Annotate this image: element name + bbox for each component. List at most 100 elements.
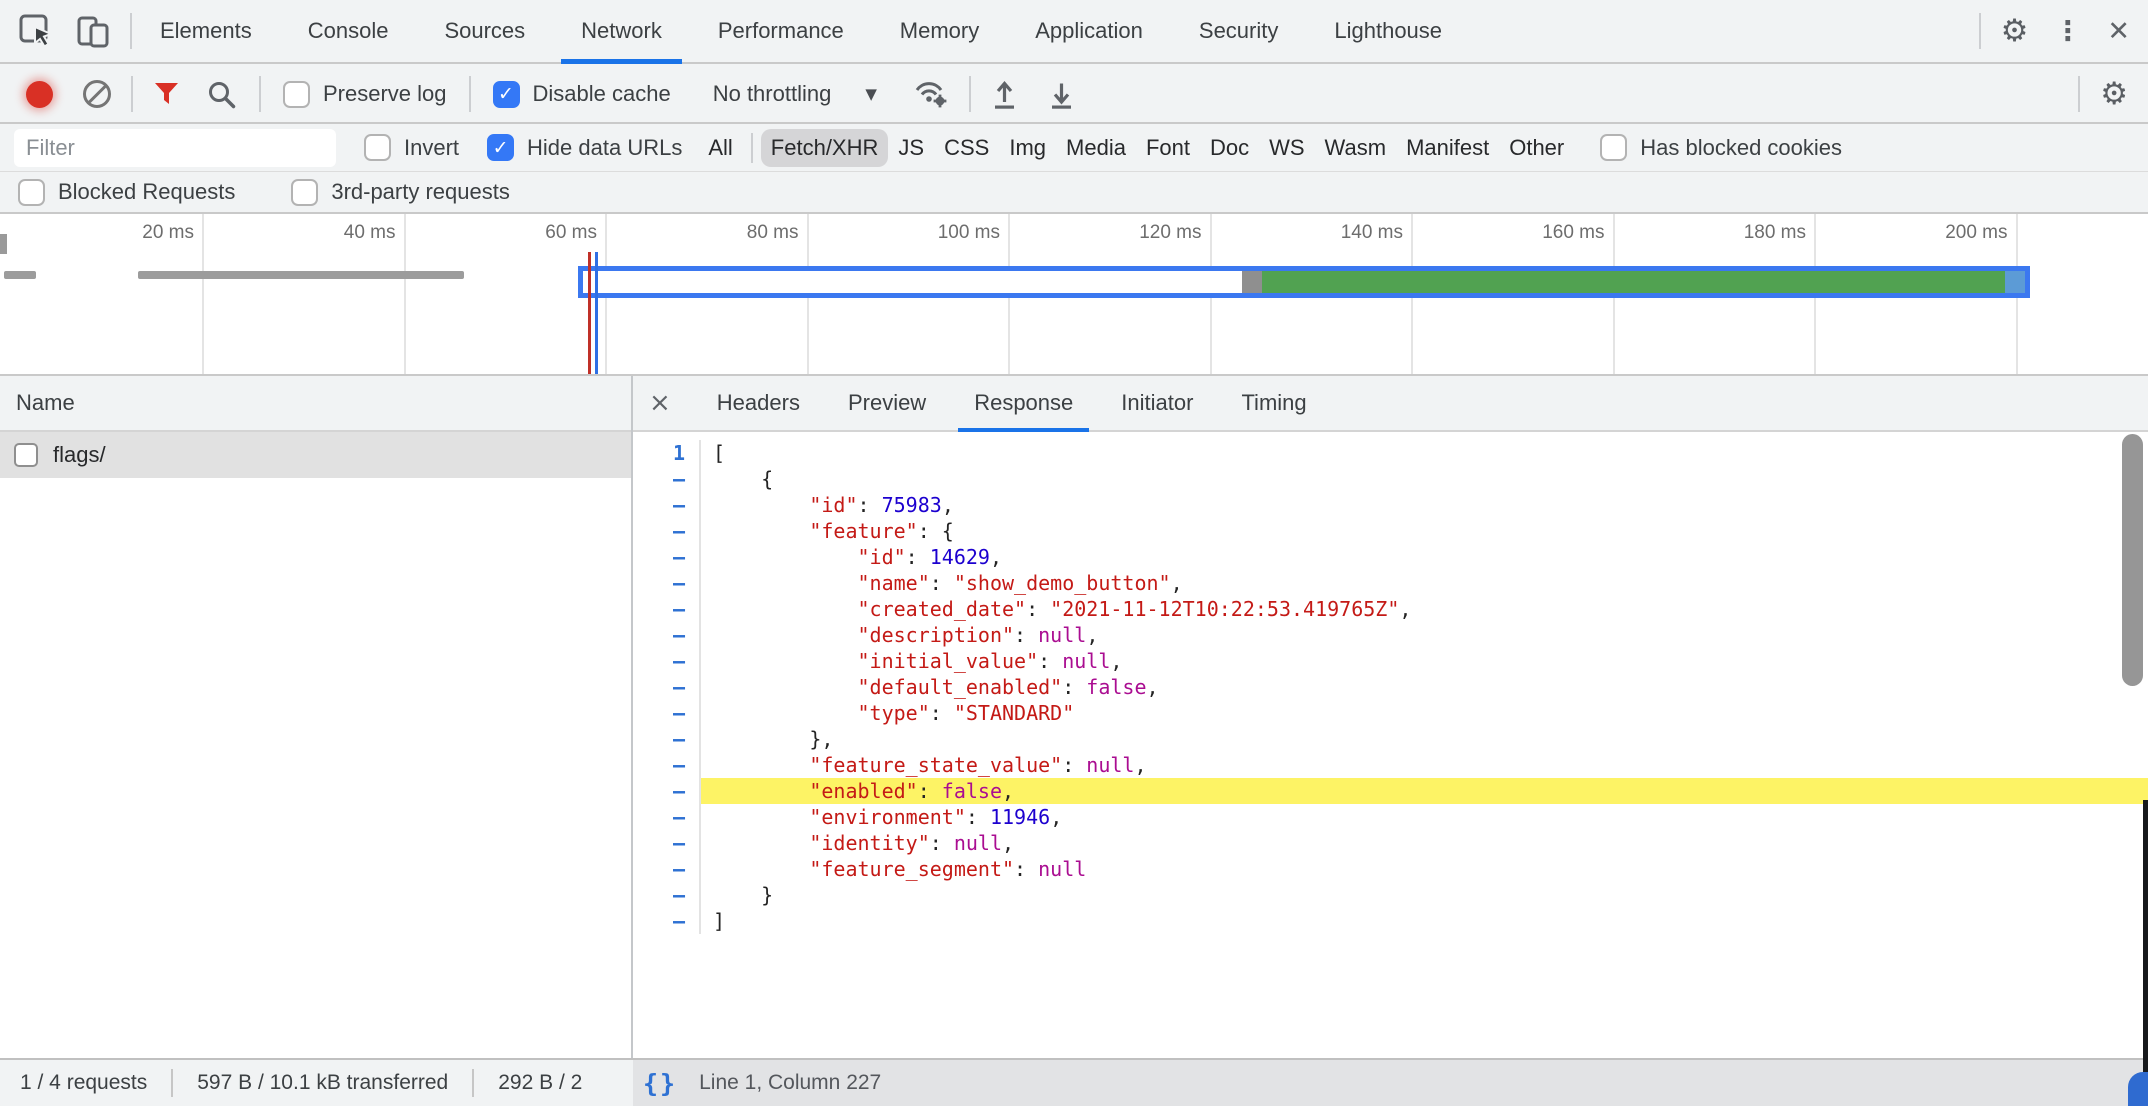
tab-lighthouse[interactable]: Lighthouse [1332,0,1444,62]
blocked-requests-checkbox[interactable]: Blocked Requests [18,179,235,206]
preserve-log-checkbox[interactable]: Preserve log [283,81,447,108]
code-text: "id": 75983, [699,492,2148,518]
code-text: "default_enabled": false, [699,674,2148,700]
code-text: "type": "STANDARD" [699,700,2148,726]
hide-data-urls-checkbox[interactable]: ✓ Hide data URLs [487,134,682,161]
code-text: "identity": null, [699,830,2148,856]
resource-type-filters: All Fetch/XHRJSCSSImgMediaFontDocWSWasmMa… [698,129,1574,167]
line-gutter: – [633,856,699,882]
clear-network-log-icon[interactable] [83,80,111,108]
export-har-icon[interactable] [1048,78,1075,111]
response-viewer[interactable]: 1[– {– "id": 75983,– "feature": {– "id":… [633,432,2148,1058]
details-tab-timing[interactable]: Timing [1239,375,1308,431]
line-gutter: – [633,674,699,700]
response-line: – "id": 75983, [633,492,2148,518]
details-tabs: Headers Preview Response Initiator Timing [715,376,1309,430]
status-item: 1 / 4 requests [20,1071,147,1095]
disable-cache-checkbox[interactable]: ✓ Disable cache [493,81,671,108]
third-party-requests-checkbox[interactable]: 3rd-party requests [291,179,510,206]
response-line: – "environment": 11946, [633,804,2148,830]
divider [969,76,971,112]
close-details-icon[interactable]: × [649,390,671,416]
filter-type-all[interactable]: All [698,129,742,167]
network-overview-timeline[interactable]: 20 ms40 ms60 ms80 ms100 ms120 ms140 ms16… [0,214,2148,376]
timeline-tick-label: 80 ms [747,222,799,244]
has-blocked-cookies-checkbox[interactable]: Has blocked cookies [1600,134,1842,161]
filter-type-js[interactable]: JS [888,129,934,167]
editor-status: {} Line 1, Column 227 [633,1060,2148,1106]
filter-type-doc[interactable]: Doc [1200,129,1259,167]
hide-data-urls-label: Hide data URLs [527,135,682,161]
status-item: 292 B / 2 [498,1071,582,1095]
filter-type-ws[interactable]: WS [1259,129,1314,167]
timeline-tick-label: 160 ms [1542,222,1604,244]
checkbox-box [18,179,45,206]
response-line: –] [633,908,2148,934]
name-column-header[interactable]: Name [0,376,631,432]
filter-type-font[interactable]: Font [1136,129,1200,167]
filter-type-img[interactable]: Img [999,129,1056,167]
filter-type-media[interactable]: Media [1056,129,1136,167]
waterfall-segment [2005,271,2025,293]
code-text: "name": "show_demo_button", [699,570,2148,596]
filter-type-css[interactable]: CSS [934,129,999,167]
network-conditions-icon[interactable] [913,78,949,110]
filter-type-fetch-xhr[interactable]: Fetch/XHR [761,129,889,167]
code-text: { [699,466,2148,492]
chevron-down-icon[interactable]: ▼ [865,85,877,103]
device-toolbar-icon[interactable] [76,13,112,49]
timeline-tick-label: 200 ms [1945,222,2007,244]
code-text: "enabled": false, [699,778,2148,804]
inspect-element-icon[interactable] [18,12,54,50]
filter-type-wasm[interactable]: Wasm [1315,129,1397,167]
tab-console[interactable]: Console [306,0,391,62]
network-settings-gear-icon[interactable]: ⚙ [2100,79,2128,110]
details-tab-preview[interactable]: Preview [846,375,928,431]
throttling-select[interactable]: No throttling [713,81,832,107]
invert-checkbox[interactable]: Invert [364,134,459,161]
third-party-requests-label: 3rd-party requests [331,179,510,205]
tab-application[interactable]: Application [1033,0,1145,62]
selected-request-waterfall-bar[interactable] [578,266,2030,298]
timeline-tick-label: 180 ms [1744,222,1806,244]
details-tab-response[interactable]: Response [972,375,1075,431]
devtools-tabbar: Elements Console Sources Network Performance… [0,0,2148,64]
request-row-checkbox[interactable] [14,443,38,467]
tab-elements[interactable]: Elements [158,0,254,62]
filter-input[interactable] [14,129,336,167]
details-tab-headers[interactable]: Headers [715,375,802,431]
line-gutter: – [633,596,699,622]
tab-sources[interactable]: Sources [442,0,527,62]
settings-gear-icon[interactable]: ⚙ [2001,16,2029,47]
response-line: – "description": null, [633,622,2148,648]
pretty-print-icon[interactable]: {} [643,1069,677,1098]
import-har-icon[interactable] [991,78,1018,111]
filter-type-manifest[interactable]: Manifest [1396,129,1499,167]
tab-performance[interactable]: Performance [716,0,846,62]
tab-network[interactable]: Network [579,0,664,62]
search-icon[interactable] [206,79,237,110]
tab-security[interactable]: Security [1197,0,1280,62]
more-options-icon[interactable]: ⋮ [2054,18,2081,45]
line-gutter: – [633,492,699,518]
vertical-scrollbar[interactable] [2122,434,2143,686]
response-line: 1[ [633,440,2148,466]
line-gutter: – [633,804,699,830]
timeline-gridline [202,214,204,374]
divider [469,76,471,112]
code-text: "id": 14629, [699,544,2148,570]
response-line: – "default_enabled": false, [633,674,2148,700]
filter-type-other[interactable]: Other [1499,129,1574,167]
line-gutter: – [633,570,699,596]
code-text: "feature_segment": null [699,856,2148,882]
details-tab-initiator[interactable]: Initiator [1119,375,1195,431]
close-devtools-icon[interactable]: ✕ [2107,18,2130,45]
overview-left-marker [0,234,7,254]
record-network-log-icon[interactable] [26,81,53,108]
code-text: ] [699,908,2148,934]
tab-memory[interactable]: Memory [898,0,981,62]
code-text: "feature": { [699,518,2148,544]
divider [1979,13,1981,49]
request-row-flags[interactable]: flags/ [0,432,631,478]
filter-funnel-icon[interactable] [153,81,180,107]
